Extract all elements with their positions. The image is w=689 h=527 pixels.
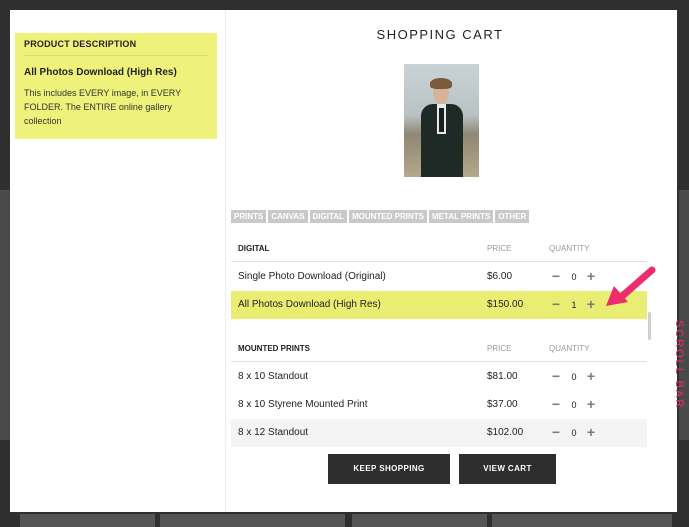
quantity-value: 0 bbox=[571, 428, 577, 438]
plus-icon[interactable]: + bbox=[584, 425, 598, 439]
quantity-value: 0 bbox=[571, 400, 577, 410]
item-name: 8 x 12 Standout bbox=[238, 427, 309, 438]
tab-mounted-prints[interactable]: MOUNTED PRINTS bbox=[348, 210, 427, 223]
item-price: $150.00 bbox=[487, 299, 524, 310]
price-column-label: PRICE bbox=[487, 244, 512, 253]
background-thumbnail bbox=[20, 514, 155, 527]
keep-shopping-button[interactable]: KEEP SHOPPING bbox=[328, 454, 450, 484]
table-row: 8 x 10 Styrene Mounted Print $37.00 − 0 … bbox=[231, 391, 647, 419]
table-row: 8 x 12 Standout $102.00 − 0 + bbox=[231, 419, 647, 447]
digital-header-row: DIGITAL PRICE QUANTITY bbox=[231, 236, 647, 262]
tab-canvas[interactable]: CANVAS bbox=[268, 210, 308, 223]
item-price: $6.00 bbox=[487, 271, 513, 282]
tab-digital[interactable]: DIGITAL bbox=[309, 210, 347, 223]
quantity-stepper: − 0 + bbox=[549, 391, 609, 419]
background-photo-left bbox=[0, 190, 10, 440]
item-price: $102.00 bbox=[487, 427, 524, 438]
background-thumbnail bbox=[492, 514, 672, 527]
quantity-column-label: QUANTITY bbox=[549, 244, 590, 253]
item-name: 8 x 10 Styrene Mounted Print bbox=[238, 399, 368, 410]
category-tabs: PRINTS CANVAS DIGITAL MOUNTED PRINTS MET… bbox=[231, 210, 530, 223]
product-description-panel: PRODUCT DESCRIPTION All Photos Download … bbox=[10, 10, 226, 512]
product-description-header: PRODUCT DESCRIPTION bbox=[24, 39, 208, 56]
tab-other[interactable]: OTHER bbox=[495, 210, 530, 223]
product-name: All Photos Download (High Res) bbox=[24, 67, 177, 78]
background-thumbnail bbox=[352, 514, 487, 527]
table-row-highlighted: All Photos Download (High Res) $150.00 −… bbox=[231, 291, 647, 319]
mounted-header-row: MOUNTED PRINTS PRICE QUANTITY bbox=[231, 336, 647, 362]
item-price: $37.00 bbox=[487, 399, 518, 410]
tab-prints[interactable]: PRINTS bbox=[231, 210, 267, 223]
annotation-arrow-icon bbox=[606, 266, 656, 306]
section-title: DIGITAL bbox=[238, 244, 270, 253]
minus-icon[interactable]: − bbox=[549, 369, 563, 383]
product-description-box: PRODUCT DESCRIPTION All Photos Download … bbox=[15, 33, 217, 139]
quantity-column-label: QUANTITY bbox=[549, 344, 590, 353]
scrollbar-thumb[interactable] bbox=[648, 312, 651, 340]
plus-icon[interactable]: + bbox=[584, 297, 598, 311]
item-name: 8 x 10 Standout bbox=[238, 371, 309, 382]
view-cart-button[interactable]: VIEW CART bbox=[459, 454, 556, 484]
quantity-value: 1 bbox=[571, 300, 577, 310]
minus-icon[interactable]: − bbox=[549, 269, 563, 283]
quantity-value: 0 bbox=[571, 372, 577, 382]
quantity-stepper: − 0 + bbox=[549, 419, 609, 447]
quantity-value: 0 bbox=[571, 272, 577, 282]
photo-tie bbox=[439, 108, 444, 132]
minus-icon[interactable]: − bbox=[549, 397, 563, 411]
table-row: Single Photo Download (Original) $6.00 −… bbox=[231, 263, 647, 291]
plus-icon[interactable]: + bbox=[584, 397, 598, 411]
table-row: 8 x 10 Standout $81.00 − 0 + bbox=[231, 363, 647, 391]
plus-icon[interactable]: + bbox=[584, 269, 598, 283]
cart-title: SHOPPING CART bbox=[376, 27, 504, 42]
item-name: Single Photo Download (Original) bbox=[238, 271, 386, 282]
product-description-text: This includes EVERY image, in EVERY FOLD… bbox=[24, 88, 181, 126]
tab-metal-prints[interactable]: METAL PRINTS bbox=[428, 210, 494, 223]
photo-hair bbox=[430, 78, 452, 89]
background-thumbnail bbox=[160, 514, 345, 527]
minus-icon[interactable]: − bbox=[549, 425, 563, 439]
section-title: MOUNTED PRINTS bbox=[238, 344, 310, 353]
scroll-bar-annotation: SCROLL BAR bbox=[673, 320, 685, 410]
item-price: $81.00 bbox=[487, 371, 518, 382]
item-name: All Photos Download (High Res) bbox=[238, 299, 381, 310]
product-photo bbox=[404, 64, 479, 177]
minus-icon[interactable]: − bbox=[549, 297, 563, 311]
quantity-stepper: − 0 + bbox=[549, 363, 609, 391]
plus-icon[interactable]: + bbox=[584, 369, 598, 383]
price-column-label: PRICE bbox=[487, 344, 512, 353]
